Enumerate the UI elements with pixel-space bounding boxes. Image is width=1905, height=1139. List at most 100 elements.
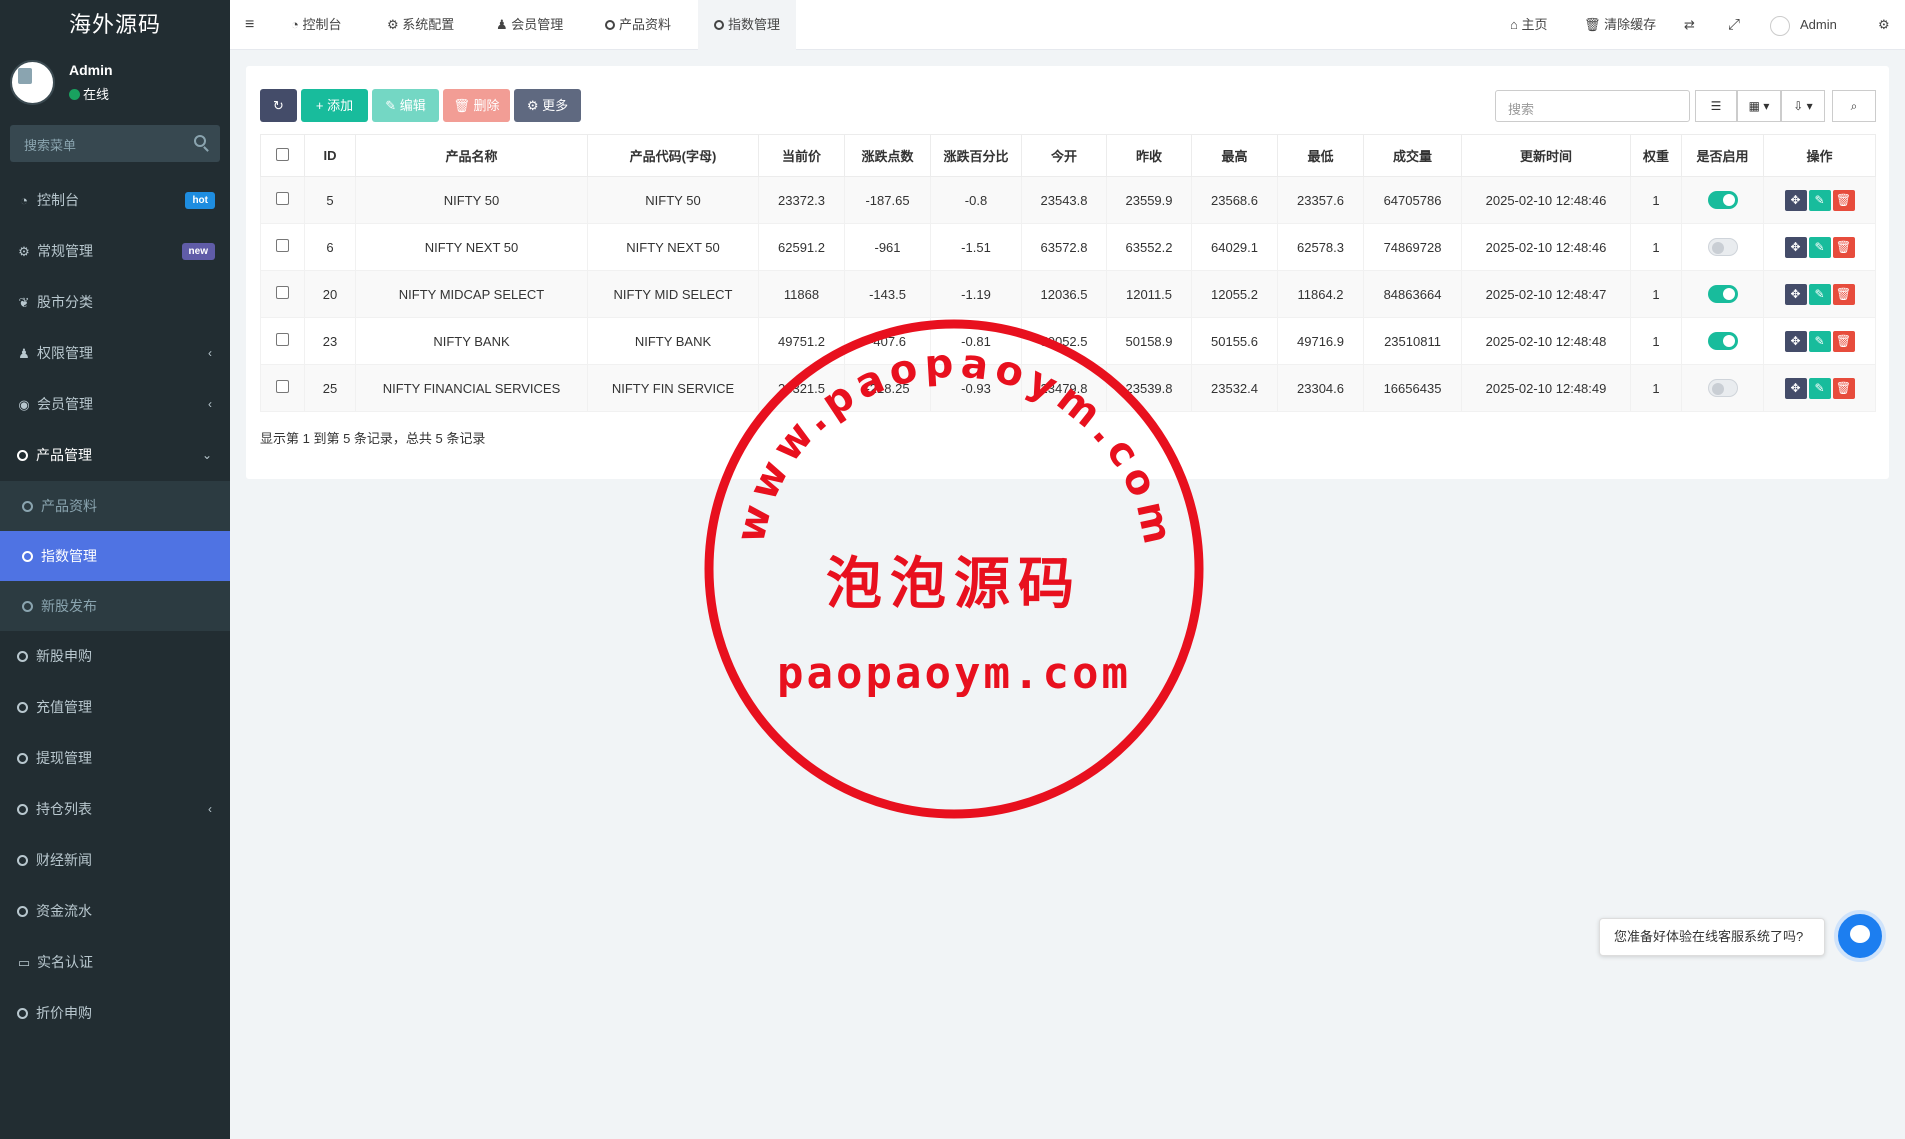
column-header[interactable]: 最高 bbox=[1191, 134, 1278, 177]
clear-cache-button[interactable]: 🗑 清除缓存 bbox=[1584, 0, 1656, 50]
sidebar-subitem-product-info[interactable]: 产品资料 bbox=[0, 481, 230, 531]
add-button[interactable]: + 添加 bbox=[301, 89, 368, 122]
sidebar-item-positions[interactable]: 持仓列表 ‹ bbox=[0, 784, 230, 835]
select-all-cell[interactable] bbox=[260, 134, 305, 177]
tab-index-management[interactable]: 指数管理 bbox=[698, 0, 797, 50]
sidebar-item-recharge[interactable]: 充值管理 bbox=[0, 682, 230, 733]
user-menu[interactable]: Admin bbox=[1770, 0, 1837, 50]
row-edit-icon[interactable]: ✎ bbox=[1808, 377, 1831, 399]
table-row[interactable]: 20 NIFTY MIDCAP SELECT NIFTY MID SELECT 118… bbox=[260, 270, 1876, 318]
column-header[interactable]: 昨收 bbox=[1106, 134, 1192, 177]
sidebar-item-members[interactable]: ◉ 会员管理 ‹ bbox=[0, 379, 230, 430]
tab-dashboard[interactable]: ◔ 控制台 bbox=[291, 0, 341, 50]
delete-button[interactable]: 🗑 删除 bbox=[443, 89, 510, 122]
column-header[interactable]: 是否启用 bbox=[1681, 134, 1764, 177]
sidebar-item-verification[interactable]: ▭ 实名认证 bbox=[0, 937, 230, 988]
sidebar-item-withdraw[interactable]: 提现管理 bbox=[0, 733, 230, 784]
column-header[interactable]: 涨跌点数 bbox=[844, 134, 931, 177]
settings-icon[interactable]: ⚙ bbox=[1878, 0, 1890, 50]
column-header[interactable]: 权重 bbox=[1630, 134, 1682, 177]
column-header[interactable]: 更新时间 bbox=[1461, 134, 1631, 177]
refresh-button[interactable]: ↻ bbox=[260, 89, 297, 122]
column-header[interactable]: 产品名称 bbox=[355, 134, 588, 177]
sidebar-item-label: 会员管理 bbox=[37, 396, 93, 412]
row-delete-icon[interactable]: 🗑 bbox=[1832, 283, 1855, 305]
drag-move-icon[interactable]: ✥ bbox=[1784, 283, 1807, 305]
fullscreen-icon[interactable]: ⤢ bbox=[1728, 0, 1740, 50]
tab-members[interactable]: ♟ 会员管理 bbox=[496, 0, 563, 50]
sidebar-item-ipo-subscribe[interactable]: 新股申购 bbox=[0, 631, 230, 682]
translate-icon[interactable]: ⇄ bbox=[1684, 0, 1695, 50]
column-header[interactable]: 最低 bbox=[1277, 134, 1364, 177]
row-delete-icon[interactable]: 🗑 bbox=[1832, 330, 1855, 352]
sidebar-item-permissions[interactable]: ♟ 权限管理 ‹ bbox=[0, 328, 230, 379]
select-all-checkbox[interactable] bbox=[276, 147, 289, 161]
enabled-toggle[interactable] bbox=[1707, 285, 1738, 303]
drag-move-icon[interactable]: ✥ bbox=[1784, 236, 1807, 258]
column-header[interactable]: ID bbox=[304, 134, 356, 177]
enabled-toggle[interactable] bbox=[1707, 191, 1738, 209]
sidebar-item-news[interactable]: 财经新闻 bbox=[0, 835, 230, 886]
row-select-cell[interactable] bbox=[260, 317, 305, 365]
table-cell: 23372.3 bbox=[758, 176, 845, 224]
column-header[interactable]: 涨跌百分比 bbox=[930, 134, 1022, 177]
table-row[interactable]: 6 NIFTY NEXT 50 NIFTY NEXT 50 62591.2 -961 -1… bbox=[260, 223, 1876, 271]
drag-move-icon[interactable]: ✥ bbox=[1784, 377, 1807, 399]
table-row[interactable]: 23 NIFTY BANK NIFTY BANK 49751.2 -407.6 -0.81… bbox=[260, 317, 1876, 365]
column-header[interactable]: 成交量 bbox=[1363, 134, 1462, 177]
actions-cell: ✥ ✎ 🗑 bbox=[1763, 270, 1876, 318]
row-edit-icon[interactable]: ✎ bbox=[1808, 330, 1831, 352]
tab-product-info[interactable]: 产品资料 bbox=[605, 0, 671, 50]
home-link[interactable]: ⌂ 主页 bbox=[1510, 0, 1547, 50]
menu-search-input[interactable]: 搜索菜单 bbox=[10, 125, 220, 162]
sidebar-item-market-category[interactable]: ❦ 股市分类 bbox=[0, 277, 230, 328]
sidebar-subitem-ipo-release[interactable]: 新股发布 bbox=[0, 581, 230, 631]
table-search-input[interactable]: 搜索 bbox=[1495, 90, 1690, 122]
sidebar-item-general[interactable]: ⚙ 常规管理 new bbox=[0, 226, 230, 277]
table-row[interactable]: 5 NIFTY 50 NIFTY 50 23372.3 -187.65 -0.8 23543… bbox=[260, 176, 1876, 224]
enabled-toggle[interactable] bbox=[1707, 379, 1738, 397]
row-delete-icon[interactable]: 🗑 bbox=[1832, 189, 1855, 211]
enabled-toggle[interactable] bbox=[1707, 332, 1738, 350]
row-select-cell[interactable] bbox=[260, 270, 305, 318]
table-cell: 23559.9 bbox=[1106, 176, 1192, 224]
edit-button[interactable]: ✎ 编辑 bbox=[372, 89, 439, 122]
chat-prompt-bubble[interactable]: 您准备好体验在线客服系统了吗? bbox=[1599, 918, 1825, 956]
row-select-cell[interactable] bbox=[260, 364, 305, 412]
chat-icon[interactable] bbox=[1834, 910, 1886, 962]
row-delete-icon[interactable]: 🗑 bbox=[1832, 377, 1855, 399]
tab-system-config[interactable]: ⚙ 系统配置 bbox=[387, 0, 454, 50]
row-checkbox[interactable] bbox=[276, 286, 289, 299]
table-row[interactable]: 25 NIFTY FINANCIAL SERVICES NIFTY FIN SERV… bbox=[260, 364, 1876, 412]
row-checkbox[interactable] bbox=[276, 333, 289, 346]
drag-move-icon[interactable]: ✥ bbox=[1784, 189, 1807, 211]
column-header[interactable]: 当前价 bbox=[758, 134, 845, 177]
sidebar-item-cashflow[interactable]: 资金流水 bbox=[0, 886, 230, 937]
enabled-toggle[interactable] bbox=[1707, 238, 1738, 256]
drag-move-icon[interactable]: ✥ bbox=[1784, 330, 1807, 352]
row-delete-icon[interactable]: 🗑 bbox=[1832, 236, 1855, 258]
more-button[interactable]: ⚙ 更多 bbox=[514, 89, 581, 122]
row-edit-icon[interactable]: ✎ bbox=[1808, 283, 1831, 305]
sidebar-item-discount[interactable]: 折价申购 bbox=[0, 988, 230, 1039]
columns-button[interactable]: ▦ ▾ bbox=[1737, 90, 1781, 122]
export-button[interactable]: ⇩ ▾ bbox=[1781, 90, 1825, 122]
sidebar-subitem-index-management[interactable]: 指数管理 bbox=[0, 531, 230, 581]
row-select-cell[interactable] bbox=[260, 223, 305, 271]
toggle-view-button[interactable]: ☰ bbox=[1695, 90, 1737, 122]
row-edit-icon[interactable]: ✎ bbox=[1808, 236, 1831, 258]
column-header[interactable]: 产品代码(字母) bbox=[587, 134, 759, 177]
search-icon[interactable] bbox=[194, 135, 206, 147]
row-select-cell[interactable] bbox=[260, 176, 305, 224]
row-edit-icon[interactable]: ✎ bbox=[1808, 189, 1831, 211]
menu-toggle-icon[interactable]: ≡ bbox=[245, 0, 254, 50]
search-button[interactable]: ⌕ bbox=[1832, 90, 1876, 122]
row-checkbox[interactable] bbox=[276, 239, 289, 252]
sidebar-item-dashboard[interactable]: ◔ 控制台 hot bbox=[0, 175, 230, 226]
row-checkbox[interactable] bbox=[276, 380, 289, 393]
sidebar-item-products[interactable]: 产品管理 ⌄ bbox=[0, 430, 230, 481]
row-checkbox[interactable] bbox=[276, 192, 289, 205]
sidebar-item-label: 资金流水 bbox=[36, 903, 92, 919]
column-header[interactable]: 今开 bbox=[1021, 134, 1107, 177]
app-logo[interactable]: 海外源码 bbox=[0, 0, 230, 50]
